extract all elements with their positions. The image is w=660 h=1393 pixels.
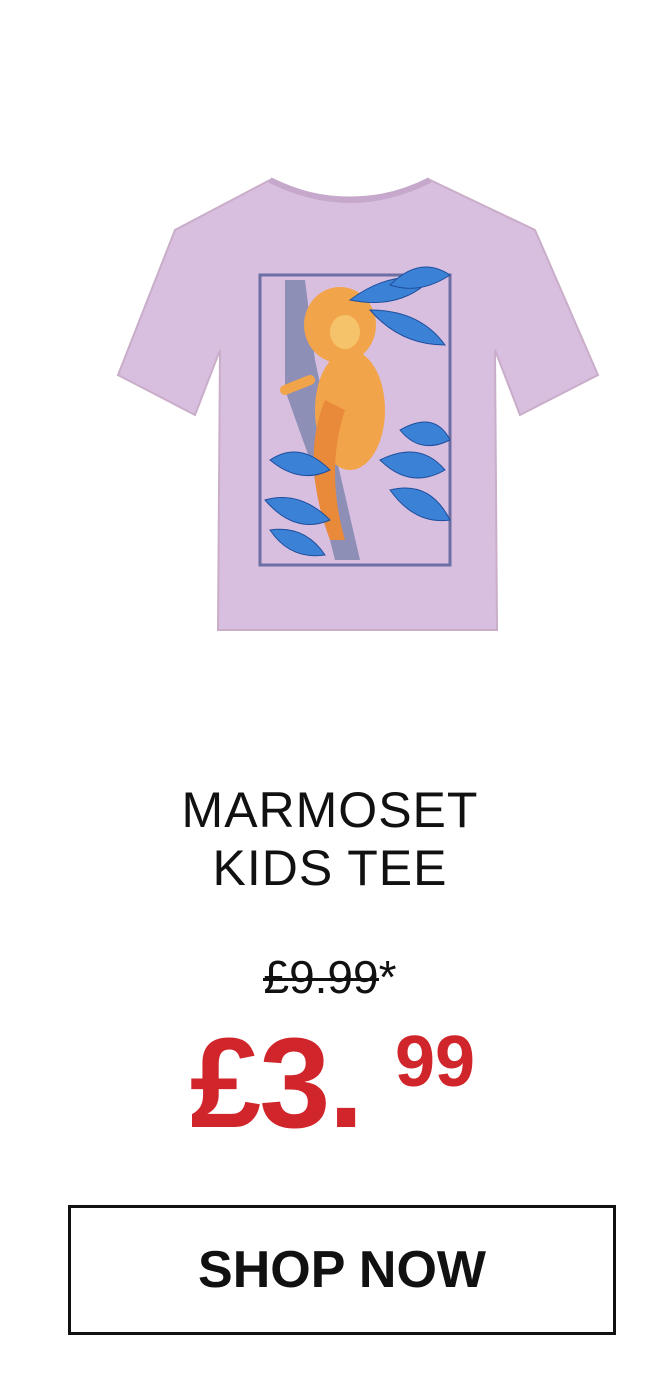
sale-price-main: £3. <box>190 1012 364 1155</box>
sale-price-pence: 99 <box>395 1022 476 1102</box>
shop-now-label: SHOP NOW <box>198 1241 486 1299</box>
product-title-line1: MARMOSET <box>181 782 479 838</box>
sale-price: £3. 99 <box>190 1020 475 1148</box>
product-title-line2: KIDS TEE <box>212 840 448 896</box>
shop-now-button[interactable]: SHOP NOW <box>68 1205 616 1335</box>
old-price-value: £9.99 <box>263 951 379 1003</box>
product-image[interactable] <box>100 160 600 680</box>
old-price: £9.99* <box>0 950 660 1004</box>
old-price-asterisk: * <box>378 951 397 1003</box>
